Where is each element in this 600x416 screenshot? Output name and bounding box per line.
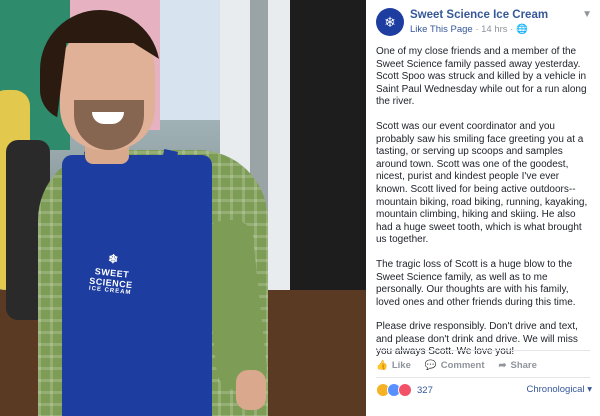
- page-name[interactable]: Sweet Science Ice Cream: [410, 9, 548, 21]
- share-button[interactable]: ➦ Share: [499, 357, 537, 373]
- post-header: ❄ Sweet Science Ice Cream Like This Page…: [366, 0, 600, 48]
- apron-logo: ❄ SWEET SCIENCE ICE CREAM: [70, 248, 154, 298]
- post-meta: Like This Page · 14 hrs · 🌐: [410, 24, 528, 35]
- love-reaction-icon: [398, 383, 412, 397]
- globe-icon: 🌐: [515, 24, 528, 35]
- post-text: One of my close friends and a member of …: [376, 46, 590, 371]
- share-icon: ➦: [498, 359, 507, 371]
- post-paragraph: Scott was our event coordinator and you …: [376, 120, 588, 246]
- like-label: Like: [391, 359, 411, 371]
- post-paragraph: One of my close friends and a member of …: [376, 46, 587, 108]
- post-actions: 👍 Like 💬 Comment ➦ Share: [376, 357, 537, 373]
- share-label: Share: [510, 359, 537, 371]
- reactions-summary[interactable]: 327: [376, 383, 433, 397]
- comment-sort-dropdown[interactable]: Chronological ▾: [526, 384, 592, 395]
- post-panel: ❄ Sweet Science Ice Cream Like This Page…: [366, 0, 600, 416]
- hand: [236, 370, 266, 410]
- chevron-down-icon: ▾: [587, 384, 592, 395]
- divider: [376, 377, 590, 378]
- divider: [376, 350, 590, 351]
- sort-label: Chronological: [526, 384, 585, 395]
- reaction-count: 327: [417, 384, 433, 396]
- post-paragraph: Please drive responsibly. Don't drive an…: [376, 321, 578, 358]
- comment-button[interactable]: 💬 Comment: [425, 357, 485, 373]
- comment-label: Comment: [440, 359, 485, 371]
- like-button[interactable]: 👍 Like: [376, 357, 411, 373]
- comment-icon: 💬: [424, 359, 437, 371]
- post-photo[interactable]: ❄ SWEET SCIENCE ICE CREAM: [0, 0, 366, 416]
- post-time[interactable]: 14 hrs: [481, 24, 507, 35]
- post-paragraph: The tragic loss of Scott is a huge blow …: [376, 258, 576, 308]
- like-page-link[interactable]: Like This Page: [410, 24, 473, 35]
- snowflake-logo-icon[interactable]: ❄: [376, 8, 404, 36]
- thumbs-up-icon: 👍: [376, 359, 388, 371]
- chevron-down-icon[interactable]: ▼: [582, 9, 592, 20]
- background-wall-blue: [160, 0, 220, 120]
